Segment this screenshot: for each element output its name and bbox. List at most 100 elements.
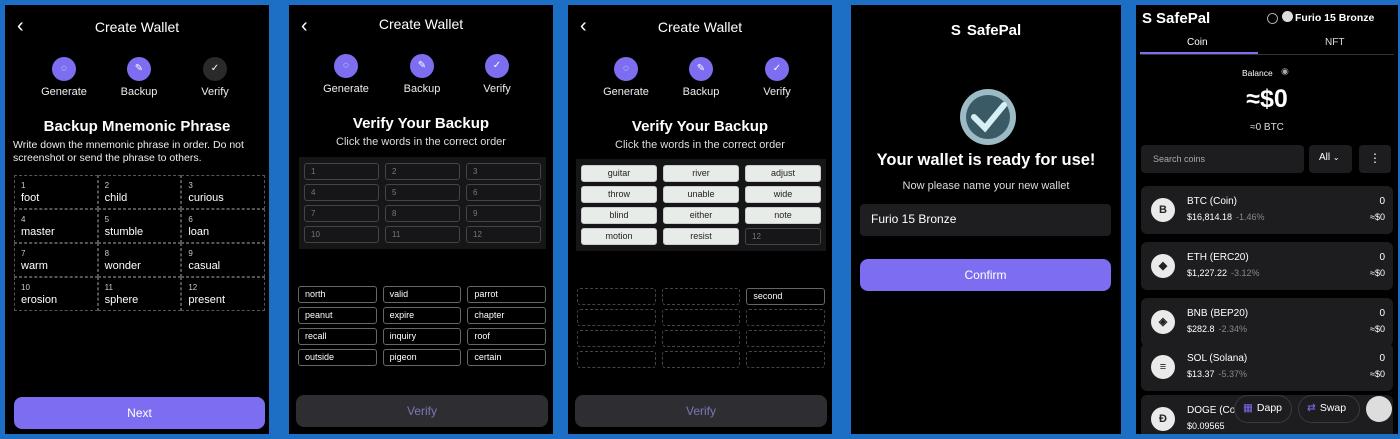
word-choice-chip[interactable]: expire — [382, 307, 462, 324]
answer-slot[interactable]: 8 — [385, 205, 460, 222]
word-choice-chip[interactable]: recall — [298, 328, 377, 345]
balance-btc: ≈0 BTC — [1250, 122, 1284, 133]
coin-name: DOGE (Coi — [1187, 405, 1238, 416]
word-index: 4 — [21, 215, 26, 224]
verify-button[interactable]: Verify — [575, 395, 827, 427]
answer-slot[interactable]: 10 — [304, 226, 379, 243]
swap-button[interactable]: ⇄ Swap — [1298, 395, 1360, 423]
word-index: 5 — [104, 215, 110, 224]
word-choice-chip[interactable]: valid — [382, 286, 462, 303]
selected-word-chip[interactable]: river — [663, 165, 739, 182]
eye-icon[interactable]: ◉ — [1281, 66, 1289, 77]
step-verify-label: Verify — [201, 86, 229, 98]
brand-header: S SafePal — [851, 22, 1121, 39]
answer-slot[interactable]: 7 — [304, 205, 379, 222]
ready-heading: Your wallet is ready for use! — [876, 151, 1096, 169]
coin-quantity: 0 — [1379, 196, 1385, 207]
coin-price-change: -3.12% — [1231, 268, 1260, 278]
avatar-icon[interactable] — [1366, 396, 1392, 422]
page-title: Create Wallet — [378, 16, 464, 32]
step-backup-label: Backup — [403, 83, 441, 95]
swap-icon: ⇄ — [1307, 402, 1316, 414]
coin-row[interactable]: ≡ SOL (Solana) $13.37 -5.37% 0 ≈$0 — [1141, 343, 1393, 391]
coin-logo-icon: Ð — [1151, 407, 1175, 431]
selected-word-chip[interactable]: adjust — [745, 165, 821, 182]
step-verify-label: Verify — [483, 83, 511, 95]
used-word-placeholder — [577, 309, 656, 326]
coin-fiat-value: ≈$0 — [1370, 324, 1385, 334]
answer-slots: guitar river adjust throw unable wide blind eit… — [576, 159, 826, 251]
filter-dropdown[interactable]: All ⌄ — [1309, 145, 1352, 173]
coin-price: $282.8 -2.34% — [1187, 324, 1247, 334]
wallet-name-input[interactable]: Furio 15 Bronze — [860, 204, 1111, 236]
word-choice-chip[interactable]: pigeon — [382, 349, 462, 366]
selected-word-chip[interactable]: wide — [745, 186, 821, 203]
more-menu-icon[interactable]: ⋮ — [1359, 145, 1391, 173]
generate-step-icon: ◌ — [52, 57, 76, 81]
step-verify-label: Verify — [763, 86, 791, 98]
word-choice-chip[interactable]: inquiry — [382, 328, 462, 345]
coin-row[interactable]: B BTC (Coin) $16,814.18 -1.46% 0 ≈$0 — [1141, 186, 1393, 234]
word-choice-chip[interactable]: roof — [467, 328, 546, 345]
tab-coin[interactable]: Coin — [1187, 37, 1208, 48]
selected-word-chip[interactable]: guitar — [581, 165, 657, 182]
coin-row[interactable]: ◈ BNB (BEP20) $282.8 -2.34% 0 ≈$0 — [1141, 298, 1393, 346]
step-backup-label: Backup — [120, 86, 158, 98]
mnemonic-word-cell: 8 wonder — [97, 243, 182, 277]
dapp-button[interactable]: ▦ Dapp — [1234, 395, 1292, 423]
selected-word-chip[interactable]: throw — [581, 186, 657, 203]
used-word-placeholder — [577, 288, 656, 305]
selected-word-chip[interactable]: note — [745, 207, 821, 224]
answer-slot[interactable]: 12 — [745, 228, 821, 245]
coin-logo-icon: B — [1151, 198, 1175, 222]
coin-price: $16,814.18 -1.46% — [1187, 212, 1265, 222]
answer-slot[interactable]: 1 — [304, 163, 379, 180]
answer-slot[interactable]: 3 — [466, 163, 541, 180]
confirm-button[interactable]: Confirm — [860, 259, 1111, 291]
mnemonic-word-cell: 12 present — [181, 277, 265, 311]
selected-word-chip[interactable]: unable — [663, 186, 739, 203]
word-choice-chip[interactable]: peanut — [298, 307, 377, 324]
word-choice-chip[interactable]: outside — [298, 349, 377, 366]
coin-row[interactable]: ◆ ETH (ERC20) $1,227.22 -3.12% 0 ≈$0 — [1141, 242, 1393, 290]
coin-name: BTC (Coin) — [1187, 196, 1238, 207]
coin-fiat-value: ≈$0 — [1370, 268, 1385, 278]
verify-button[interactable]: Verify — [296, 395, 548, 427]
answer-slot[interactable]: 9 — [466, 205, 541, 222]
coin-logo-icon: ≡ — [1151, 355, 1175, 379]
selected-word-chip[interactable]: motion — [581, 228, 657, 245]
step-generate-label: Generate — [603, 86, 649, 98]
answer-slot[interactable]: 2 — [385, 163, 460, 180]
selected-word-chip[interactable]: either — [663, 207, 739, 224]
page-title: Create Wallet — [94, 19, 180, 35]
balance-label: Balance — [1242, 68, 1273, 78]
word-choice-chip[interactable]: certain — [467, 349, 546, 366]
coin-price: $0.09565 — [1187, 421, 1229, 431]
used-word-placeholder — [577, 330, 656, 347]
mnemonic-word-cell: 9 casual — [181, 243, 265, 277]
selected-word-chip[interactable]: blind — [581, 207, 657, 224]
mnemonic-word-cell: 5 stumble — [97, 209, 182, 243]
word-text: foot — [21, 192, 40, 204]
word-text: casual — [188, 260, 221, 272]
word-choice-chip[interactable]: parrot — [467, 286, 546, 303]
coin-price-value: $282.8 — [1187, 324, 1215, 334]
selected-word-chip[interactable]: resist — [663, 228, 739, 245]
wallet-switcher[interactable]: Furio 15 Bronze — [1295, 12, 1374, 24]
answer-slot[interactable]: 6 — [466, 184, 541, 201]
brand-header: S SafePal — [1142, 10, 1210, 27]
answer-slot[interactable]: 5 — [385, 184, 460, 201]
wallet-ready-screen: S SafePal Your wallet is ready for use! N… — [851, 5, 1121, 434]
word-choice-chip[interactable]: north — [298, 286, 377, 303]
coin-price-change: -2.34% — [1218, 324, 1248, 334]
word-choice-chip[interactable]: second — [746, 288, 825, 305]
tab-nft[interactable]: NFT — [1325, 37, 1344, 48]
search-coins-input[interactable]: Search coins — [1141, 145, 1304, 173]
answer-slot[interactable]: 11 — [385, 226, 460, 243]
verify-step-icon: ✓ — [485, 54, 509, 78]
word-choice-chip[interactable]: chapter — [467, 307, 546, 324]
next-button[interactable]: Next — [14, 397, 265, 429]
wallet-avatar-icon[interactable] — [1282, 11, 1293, 22]
answer-slot[interactable]: 4 — [304, 184, 379, 201]
answer-slot[interactable]: 12 — [466, 226, 541, 243]
